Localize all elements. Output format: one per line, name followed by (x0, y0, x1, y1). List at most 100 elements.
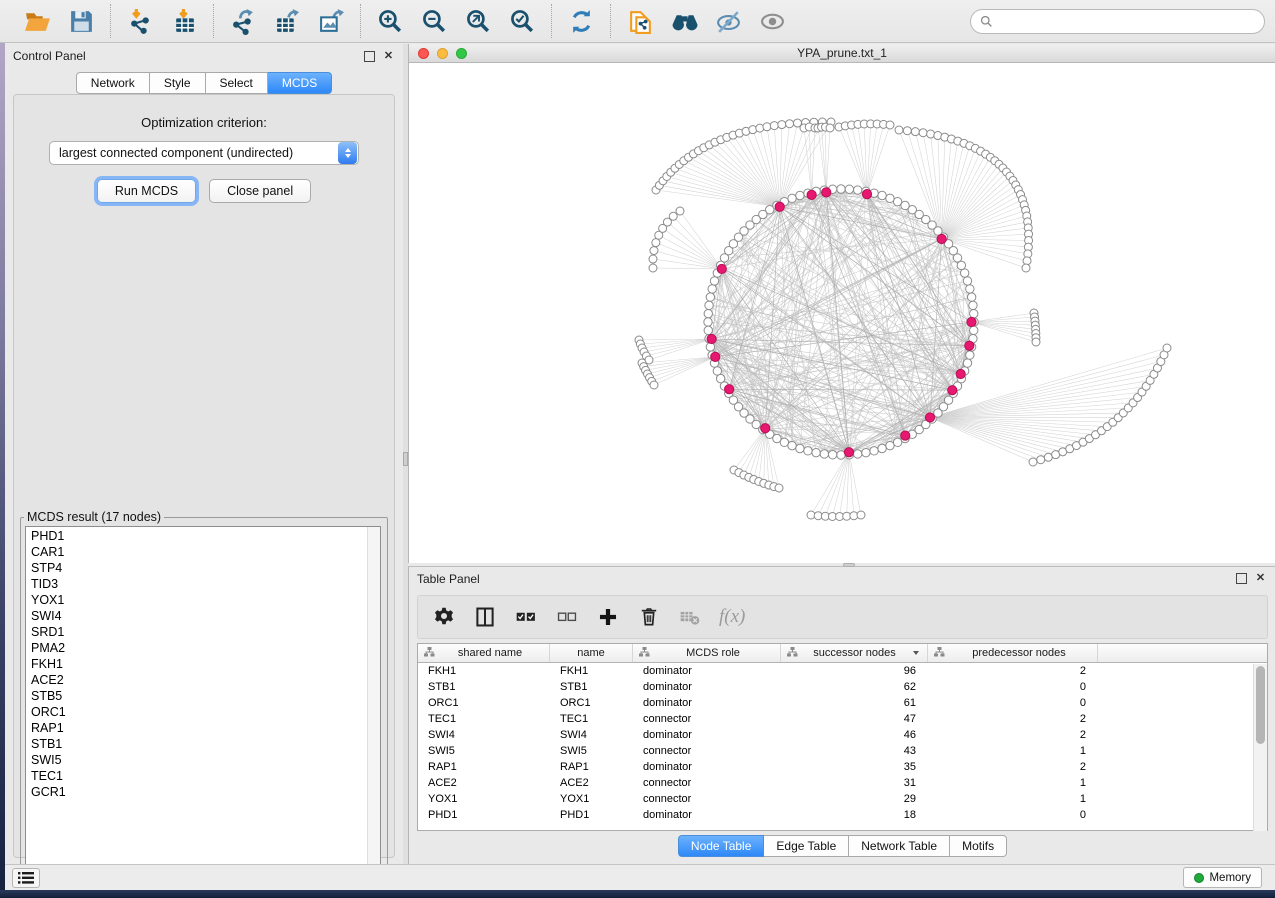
mcds-result-item[interactable]: ACE2 (31, 672, 380, 688)
graph-node[interactable] (705, 301, 713, 309)
graph-satellite-node[interactable] (1044, 453, 1052, 461)
import-table-button[interactable] (165, 4, 203, 38)
table-row[interactable]: ORC1ORC1dominator610 (418, 695, 1267, 711)
tab-edge-table[interactable]: Edge Table (764, 835, 849, 857)
table-row[interactable]: PHD1PHD1dominator180 (418, 807, 1267, 823)
network-titlebar[interactable]: YPA_prune.txt_1 (409, 44, 1275, 63)
table-options-gear-button[interactable] (432, 605, 456, 629)
tab-motifs[interactable]: Motifs (950, 835, 1007, 857)
horizontal-splitter-handle[interactable] (843, 563, 855, 567)
table-row[interactable]: YOX1YOX1connector291 (418, 791, 1267, 807)
column-header-predecessor-nodes[interactable]: predecessor nodes (928, 644, 1098, 662)
graph-node[interactable] (788, 441, 796, 449)
binoculars-button[interactable] (665, 4, 703, 38)
graph-node[interactable] (969, 301, 977, 309)
graph-node[interactable] (812, 448, 820, 456)
graph-satellite-node[interactable] (1022, 264, 1030, 272)
memory-button[interactable]: Memory (1183, 867, 1262, 888)
graph-satellite-node[interactable] (649, 255, 657, 263)
graph-node[interactable] (845, 185, 853, 193)
zoom-in-button[interactable] (371, 4, 409, 38)
mcds-result-item[interactable]: TEC1 (31, 768, 380, 784)
close-panel-button[interactable]: Close panel (209, 179, 311, 203)
add-column-button[interactable] (596, 605, 620, 629)
open-file-button[interactable] (18, 4, 56, 38)
tab-network-table[interactable]: Network Table (849, 835, 950, 857)
graph-satellite-node[interactable] (669, 212, 677, 220)
graph-satellite-node[interactable] (903, 127, 911, 135)
graph-satellite-node[interactable] (650, 247, 658, 255)
column-header-shared-name[interactable]: shared name (418, 644, 550, 662)
show-columns-button[interactable] (473, 605, 497, 629)
graph-hub-node[interactable] (862, 190, 871, 199)
graph-hub-node[interactable] (965, 341, 974, 350)
maximize-window-icon[interactable] (456, 48, 467, 59)
mcds-result-item[interactable]: YOX1 (31, 592, 380, 608)
export-network-button[interactable] (224, 4, 262, 38)
graph-node[interactable] (788, 194, 796, 202)
table-row[interactable]: SWI4SWI4dominator462 (418, 727, 1267, 743)
graph-satellite-node[interactable] (1029, 458, 1037, 466)
graph-node[interactable] (706, 343, 714, 351)
eye-off-button[interactable] (709, 4, 747, 38)
graph-hub-node[interactable] (717, 264, 726, 273)
zoom-check-button[interactable] (503, 4, 541, 38)
mcds-result-item[interactable]: GCR1 (31, 784, 380, 800)
table-row[interactable]: FKH1FKH1dominator962 (418, 663, 1267, 679)
clone-network-button[interactable] (621, 4, 659, 38)
mcds-result-item[interactable]: PHD1 (31, 528, 380, 544)
graph-satellite-node[interactable] (650, 381, 658, 389)
graph-satellite-node[interactable] (927, 130, 935, 138)
graph-satellite-node[interactable] (895, 126, 903, 134)
graph-satellite-node[interactable] (778, 121, 786, 129)
graph-node[interactable] (878, 191, 886, 199)
close-panel-icon[interactable]: ✕ (382, 50, 395, 63)
mcds-result-item[interactable]: SWI5 (31, 752, 380, 768)
graph-satellite-node[interactable] (1037, 456, 1045, 464)
criterion-dropdown[interactable]: largest connected component (undirected) (49, 141, 359, 165)
graph-hub-node[interactable] (967, 317, 976, 326)
graph-node[interactable] (713, 367, 721, 375)
mcds-result-item[interactable]: PMA2 (31, 640, 380, 656)
close-window-icon[interactable] (418, 48, 429, 59)
search-box[interactable] (970, 9, 1265, 34)
graph-node[interactable] (704, 318, 712, 326)
graph-hub-node[interactable] (948, 386, 957, 395)
graph-hub-node[interactable] (707, 334, 716, 343)
graph-hub-node[interactable] (937, 234, 946, 243)
graph-hub-node[interactable] (807, 190, 816, 199)
export-image-button[interactable] (312, 4, 350, 38)
refresh-button[interactable] (562, 4, 600, 38)
graph-hub-node[interactable] (761, 424, 770, 433)
minimize-window-icon[interactable] (437, 48, 448, 59)
graph-hub-node[interactable] (822, 188, 831, 197)
graph-satellite-node[interactable] (1032, 338, 1040, 346)
task-history-button[interactable] (12, 868, 40, 888)
tab-mcds[interactable]: MCDS (268, 72, 332, 94)
graph-node[interactable] (870, 447, 878, 455)
column-header-name[interactable]: name (550, 644, 633, 662)
eye-button[interactable] (753, 4, 791, 38)
delete-column-button[interactable] (637, 605, 661, 629)
graph-hub-node[interactable] (775, 202, 784, 211)
tab-select[interactable]: Select (206, 72, 268, 94)
mcds-result-item[interactable]: STB5 (31, 688, 380, 704)
graph-node[interactable] (796, 444, 804, 452)
graph-satellite-node[interactable] (911, 128, 919, 136)
graph-node[interactable] (970, 326, 978, 334)
mcds-result-item[interactable]: SWI4 (31, 608, 380, 624)
graph-satellite-node[interactable] (886, 121, 894, 129)
graph-node[interactable] (853, 186, 861, 194)
search-input[interactable] (999, 15, 1255, 29)
graph-hub-node[interactable] (901, 431, 910, 440)
graph-node[interactable] (837, 185, 845, 193)
graph-hub-node[interactable] (844, 448, 853, 457)
mcds-result-item[interactable]: RAP1 (31, 720, 380, 736)
graph-node[interactable] (966, 351, 974, 359)
graph-satellite-node[interactable] (649, 264, 657, 272)
graph-node[interactable] (708, 285, 716, 293)
mcds-result-item[interactable]: SRD1 (31, 624, 380, 640)
graph-node[interactable] (796, 191, 804, 199)
mcds-result-listbox[interactable]: PHD1CAR1STP4TID3YOX1SWI4SRD1PMA2FKH1ACE2… (25, 526, 381, 884)
graph-node[interactable] (967, 293, 975, 301)
